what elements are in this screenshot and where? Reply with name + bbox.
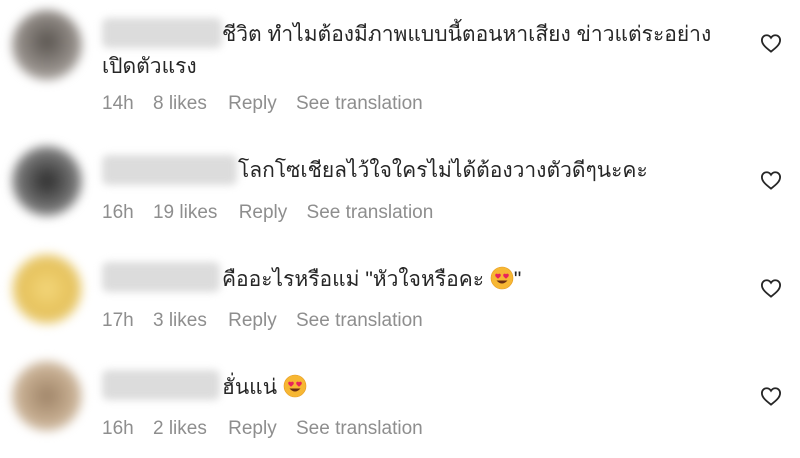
- see-translation-button[interactable]: See translation: [307, 202, 434, 223]
- comment-text-body: โลกโซเชียลไว้ใจใครไม่ได้ต้องวางตัวดีๆนะค…: [238, 159, 648, 182]
- avatar[interactable]: [12, 254, 82, 324]
- likes-count[interactable]: 19 likes: [153, 202, 217, 223]
- see-translation-button[interactable]: See translation: [296, 418, 423, 439]
- username-blurred[interactable]: [102, 155, 237, 185]
- heart-eyes-emoji-icon: [283, 374, 307, 398]
- see-translation-button[interactable]: See translation: [296, 310, 423, 331]
- avatar[interactable]: [12, 10, 82, 80]
- comment-text: ชีวิต ทำไมต้องมีภาพแบบนี้ตอนหาเสียง ข่าว…: [222, 19, 711, 51]
- comment-text-body: ฮั่นแน่: [222, 376, 278, 399]
- likes-count[interactable]: 8 likes: [153, 93, 207, 114]
- comment-meta: 16h 2 likes Reply See translation: [102, 418, 437, 440]
- comment-text: คืออะไรหรือแม่ "หัวใจหรือคะ ": [222, 264, 521, 296]
- heart-eyes-emoji-icon: [490, 266, 514, 290]
- comment-meta: 16h 19 likes Reply See translation: [102, 202, 447, 224]
- comment-text-line1: ชีวิต ทำไมต้องมีภาพแบบนี้ตอนหาเสียง ข่าว…: [222, 23, 712, 46]
- username-blurred[interactable]: [102, 262, 220, 292]
- likes-count[interactable]: 3 likes: [153, 310, 207, 331]
- username-blurred[interactable]: [102, 370, 220, 400]
- comment-meta: 14h 8 likes Reply See translation: [102, 93, 437, 115]
- comment-text: ฮั่นแน่: [222, 372, 307, 404]
- reply-button[interactable]: Reply: [228, 93, 277, 114]
- avatar[interactable]: [12, 146, 82, 216]
- heart-outline-icon[interactable]: [760, 386, 782, 406]
- heart-outline-icon[interactable]: [760, 33, 782, 53]
- see-translation-button[interactable]: See translation: [296, 93, 423, 114]
- comment-text-suffix: ": [513, 268, 522, 291]
- comment-text-line2: เปิดตัวแรง: [102, 55, 197, 78]
- heart-outline-icon[interactable]: [760, 278, 782, 298]
- timestamp: 16h: [102, 202, 134, 223]
- avatar[interactable]: [12, 361, 82, 431]
- reply-button[interactable]: Reply: [239, 202, 288, 223]
- username-blurred[interactable]: [102, 18, 222, 48]
- heart-outline-icon[interactable]: [760, 170, 782, 190]
- comment-text-continued: เปิดตัวแรง: [102, 51, 197, 83]
- timestamp: 16h: [102, 418, 134, 439]
- comment-meta: 17h 3 likes Reply See translation: [102, 310, 437, 332]
- reply-button[interactable]: Reply: [228, 310, 277, 331]
- reply-button[interactable]: Reply: [228, 418, 277, 439]
- likes-count[interactable]: 2 likes: [153, 418, 207, 439]
- timestamp: 17h: [102, 310, 134, 331]
- timestamp: 14h: [102, 93, 134, 114]
- comment-text-body: คืออะไรหรือแม่ "หัวใจหรือคะ: [222, 268, 485, 291]
- comment-text: โลกโซเชียลไว้ใจใครไม่ได้ต้องวางตัวดีๆนะค…: [238, 155, 648, 187]
